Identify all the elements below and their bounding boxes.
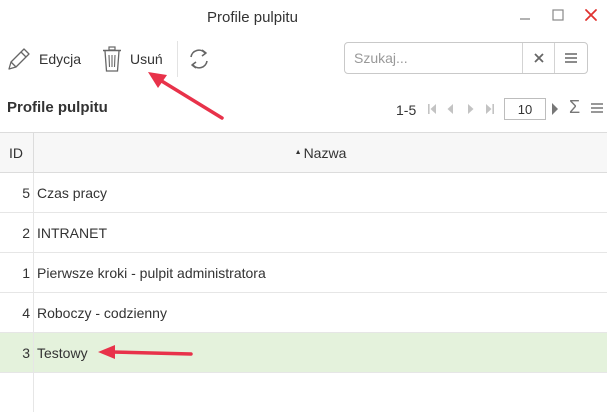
delete-button-label: Usuń [130,51,163,67]
table-row-testowy[interactable]: 3 Testowy [0,333,607,373]
cell-name: Czas pracy [37,184,108,201]
page-size-input[interactable] [504,98,546,120]
grid-title: Profile pulpitu [7,99,108,116]
table-header: ID ▲ Nazwa [0,133,607,173]
search-box [344,42,588,74]
table-row[interactable]: 4 Roboczy - codzienny [0,293,607,333]
column-header-name[interactable]: ▲ Nazwa [34,133,607,172]
column-header-id[interactable]: ID [0,133,34,172]
sort-ascending-icon: ▲ [294,149,302,156]
title-bar: Profile pulpitu [0,0,607,34]
search-input[interactable] [345,43,521,73]
minimize-button[interactable] [515,5,535,25]
cell-id: 2 [0,213,34,252]
edit-button[interactable]: Edycja [6,44,81,74]
grid-menu-button[interactable] [591,101,605,115]
cell-id: 4 [0,293,34,332]
close-icon [585,9,597,21]
empty-row [0,373,607,412]
hamburger-icon [591,103,603,113]
cell-name: Testowy [37,344,88,361]
trash-icon [103,46,121,72]
table-row[interactable]: 5 Czas pracy [0,173,607,213]
cell-id: 5 [0,173,34,212]
delete-button[interactable]: Usuń [101,44,163,74]
refresh-button[interactable] [187,44,211,74]
table-row[interactable]: 1 Pierwsze kroki - pulpit administratora [0,253,607,293]
last-page-icon [486,104,494,114]
window-title: Profile pulpitu [207,9,298,26]
hamburger-icon [565,53,577,63]
prev-page-button[interactable] [444,102,456,116]
column-header-name-label: Nazwa [303,144,347,161]
cell-id: 3 [0,333,34,372]
grid-header: Profile pulpitu 1-5 Σ [0,95,607,123]
maximize-icon [552,9,564,21]
close-button[interactable] [581,5,601,25]
first-page-button[interactable] [426,102,438,116]
empty-cell-id [0,373,34,412]
play-icon [552,103,558,115]
sigma-icon[interactable]: Σ [569,97,580,118]
next-page-icon [468,104,474,114]
first-page-icon [428,104,436,114]
clear-icon [533,53,544,63]
prev-page-icon [447,104,453,114]
cell-name: INTRANET [37,224,107,241]
cell-id: 1 [0,253,34,292]
profiles-table: ID ▲ Nazwa 5 Czas pracy 2 INTRANET 1 Pie… [0,132,607,412]
search-options-button[interactable] [554,43,587,73]
toolbar-separator [177,41,178,77]
refresh-icon [190,49,208,69]
maximize-button[interactable] [548,5,568,25]
next-page-button[interactable] [465,102,477,116]
last-page-button[interactable] [484,102,496,116]
page-size-apply-button[interactable] [551,102,561,116]
table-row[interactable]: 2 INTRANET [0,213,607,253]
search-clear-button[interactable] [522,43,554,73]
minimize-icon [520,18,530,20]
cell-name: Roboczy - codzienny [37,304,167,321]
cell-name: Pierwsze kroki - pulpit administratora [37,264,266,281]
column-header-id-label: ID [9,144,23,161]
pencil-icon [8,48,30,70]
edit-button-label: Edycja [39,51,82,67]
record-range: 1-5 [396,102,417,118]
